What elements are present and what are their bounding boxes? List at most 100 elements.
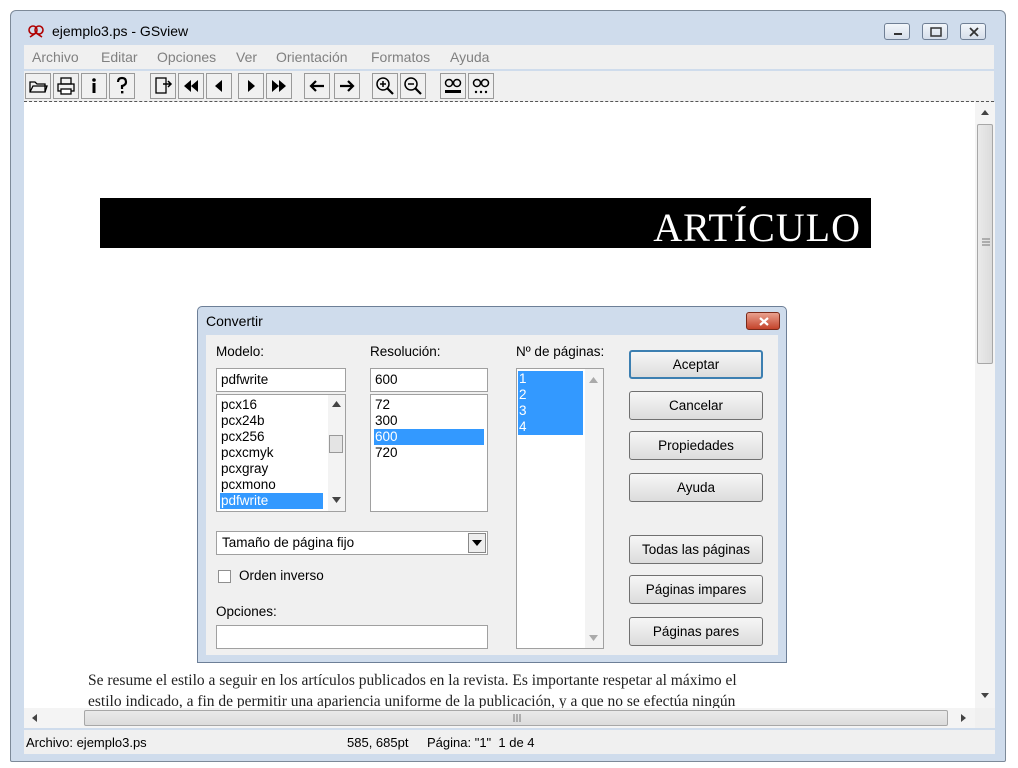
menu-formatos[interactable]: Formatos (371, 49, 430, 65)
goto-page-button[interactable] (150, 73, 176, 99)
close-icon (969, 27, 979, 37)
properties-button[interactable]: Propiedades (629, 431, 763, 460)
scroll-up-icon[interactable] (980, 108, 990, 116)
scroll-left-icon[interactable] (30, 713, 38, 723)
open-button[interactable] (25, 73, 51, 99)
vertical-scrollbar[interactable] (975, 102, 995, 708)
resolution-input[interactable]: 600 (370, 368, 488, 392)
minimize-button[interactable] (884, 23, 910, 40)
options-label: Opciones: (216, 604, 277, 619)
list-item[interactable]: 300 (374, 413, 484, 429)
prev-page-icon (215, 80, 222, 92)
help-button[interactable]: Ayuda (629, 473, 763, 502)
list-item-selected[interactable]: 600 (374, 429, 484, 445)
info-icon (92, 78, 96, 93)
dropdown-button[interactable] (468, 533, 486, 553)
accept-button[interactable]: Aceptar (629, 350, 763, 379)
all-pages-button[interactable]: Todas las páginas (629, 535, 763, 564)
list-item[interactable]: pcxmono (220, 477, 323, 493)
dialog-close-button[interactable] (746, 312, 780, 330)
back-icon (309, 80, 324, 92)
page-size-value: Tamaño de página fijo (222, 535, 355, 550)
menu-editar[interactable]: Editar (101, 49, 138, 65)
scroll-down-icon[interactable] (589, 635, 598, 641)
menu-ayuda[interactable]: Ayuda (450, 49, 489, 65)
pages-list[interactable]: 1 2 3 4 (516, 368, 604, 649)
gsview-app-icon (27, 23, 45, 41)
next-page-icon (248, 80, 255, 92)
menu-archivo[interactable]: Archivo (32, 49, 79, 65)
forward-button[interactable] (334, 73, 360, 99)
list-item-selected[interactable]: 1 (518, 371, 583, 387)
last-page-button[interactable] (266, 73, 292, 99)
list-item[interactable]: pcxgray (220, 461, 323, 477)
help-button[interactable] (109, 73, 135, 99)
list-item-selected[interactable]: pdfwrite (220, 493, 323, 509)
list-item-selected[interactable]: 3 (518, 403, 583, 419)
scroll-corner (975, 708, 995, 728)
odd-pages-button[interactable]: Páginas impares (629, 575, 763, 604)
scroll-up-icon[interactable] (332, 401, 341, 407)
first-page-button[interactable] (178, 73, 204, 99)
find-next-button[interactable] (468, 73, 494, 99)
prev-page-button[interactable] (206, 73, 232, 99)
maximize-button[interactable] (922, 23, 948, 40)
options-input[interactable] (216, 625, 488, 649)
list-item[interactable]: pcx16 (220, 397, 323, 413)
horizontal-scrollbar[interactable] (24, 708, 975, 728)
print-icon (57, 77, 75, 95)
info-button[interactable] (81, 73, 107, 99)
scroll-up-icon[interactable] (589, 377, 598, 383)
cancel-button[interactable]: Cancelar (629, 391, 763, 420)
document-header-bar: ARTÍCULO (100, 198, 871, 250)
pages-list-scrollbar[interactable] (585, 369, 603, 648)
reverse-order-checkbox[interactable] (218, 570, 231, 583)
scroll-right-icon[interactable] (960, 713, 968, 723)
vertical-scroll-thumb[interactable] (977, 124, 993, 364)
menu-orientacion[interactable]: Orientación (276, 49, 348, 65)
reverse-order-label[interactable]: Orden inverso (239, 568, 324, 583)
maximize-icon (930, 27, 942, 37)
page-size-select[interactable]: Tamaño de página fijo (216, 531, 488, 555)
status-file: Archivo: ejemplo3.ps (26, 735, 147, 750)
find-text-button[interactable] (440, 73, 466, 99)
find-next-icon (472, 78, 490, 94)
menu-opciones[interactable]: Opciones (157, 49, 216, 65)
list-item-selected[interactable]: 4 (518, 419, 583, 435)
list-item[interactable]: pcx24b (220, 413, 323, 429)
resolution-label: Resolución: (370, 344, 441, 359)
minimize-icon (894, 33, 902, 35)
even-pages-button[interactable]: Páginas pares (629, 617, 763, 646)
model-list[interactable]: pcx16 pcx24b pcx256 pcxcmyk pcxgray pcxm… (216, 394, 346, 512)
toolbar (24, 71, 994, 102)
menu-ver[interactable]: Ver (236, 49, 257, 65)
status-bar: Archivo: ejemplo3.ps 585, 685pt Página: … (24, 730, 995, 754)
scroll-down-icon[interactable] (980, 692, 990, 700)
list-item[interactable]: 720 (374, 445, 484, 461)
document-paragraph: Se resume el estilo a seguir en los artí… (88, 670, 871, 708)
back-button[interactable] (304, 73, 330, 99)
open-icon (29, 81, 48, 93)
close-button[interactable] (960, 23, 986, 40)
zoom-out-button[interactable] (400, 73, 426, 99)
list-item-selected[interactable]: 2 (518, 387, 583, 403)
zoom-in-button[interactable] (372, 73, 398, 99)
first-page-icon (184, 80, 198, 92)
title-bar: ejemplo3.ps - GSview (12, 14, 1004, 42)
window-title: ejemplo3.ps - GSview (52, 23, 189, 39)
next-page-button[interactable] (238, 73, 264, 99)
close-icon (759, 317, 769, 326)
list-item[interactable]: pcx256 (220, 429, 323, 445)
status-page: Página: "1" 1 de 4 (427, 735, 535, 750)
list-item[interactable]: pcxcmyk (220, 445, 323, 461)
menu-bar: Archivo Editar Opciones Ver Orientación … (24, 45, 994, 69)
scroll-down-icon[interactable] (332, 497, 341, 503)
list-item[interactable]: 72 (374, 397, 484, 413)
model-input[interactable]: pdfwrite (216, 368, 346, 392)
model-list-scrollbar[interactable] (328, 395, 345, 511)
paragraph-line: Se resume el estilo a seguir en los artí… (88, 672, 737, 689)
horizontal-scroll-thumb[interactable] (84, 710, 948, 726)
print-button[interactable] (53, 73, 79, 99)
model-list-scroll-thumb[interactable] (329, 435, 343, 453)
resolution-list[interactable]: 72 300 600 720 (370, 394, 488, 512)
